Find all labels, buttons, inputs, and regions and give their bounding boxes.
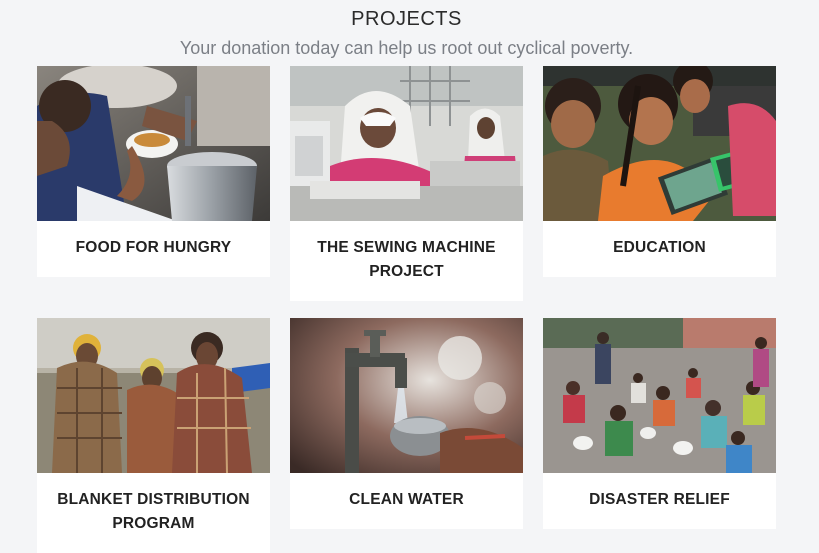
project-card-education[interactable]: EDUCATION (543, 66, 776, 277)
water-tap-photo[interactable] (290, 318, 523, 473)
sewing-workers-photo[interactable] (290, 66, 523, 221)
relief-crowd-photo[interactable] (543, 318, 776, 473)
project-card-disaster-relief[interactable]: DISASTER RELIEF (543, 318, 776, 529)
project-title[interactable]: FOOD FOR HUNGRY (37, 236, 270, 260)
project-card-clean-water[interactable]: CLEAN WATER (290, 318, 523, 529)
project-card-sewing-machine[interactable]: THE SEWING MACHINE PROJECT (290, 66, 523, 301)
section-subtitle: Your donation today can help us root out… (179, 38, 634, 58)
women-in-blankets-photo[interactable] (37, 318, 270, 473)
section-title: PROJECTS (351, 8, 462, 30)
project-title[interactable]: DISASTER RELIEF (543, 488, 776, 512)
project-card-blanket-distribution[interactable]: BLANKET DISTRIBUTION PROGRAM (37, 318, 270, 553)
project-title[interactable]: EDUCATION (543, 236, 776, 260)
project-title[interactable]: THE SEWING MACHINE PROJECT (290, 236, 523, 284)
project-card-food-for-hungry[interactable]: FOOD FOR HUNGRY (37, 66, 270, 277)
project-title[interactable]: BLANKET DISTRIBUTION PROGRAM (37, 488, 270, 536)
project-title[interactable]: CLEAN WATER (290, 488, 523, 512)
food-serving-photo[interactable] (37, 66, 270, 221)
children-studying-photo[interactable] (543, 66, 776, 221)
